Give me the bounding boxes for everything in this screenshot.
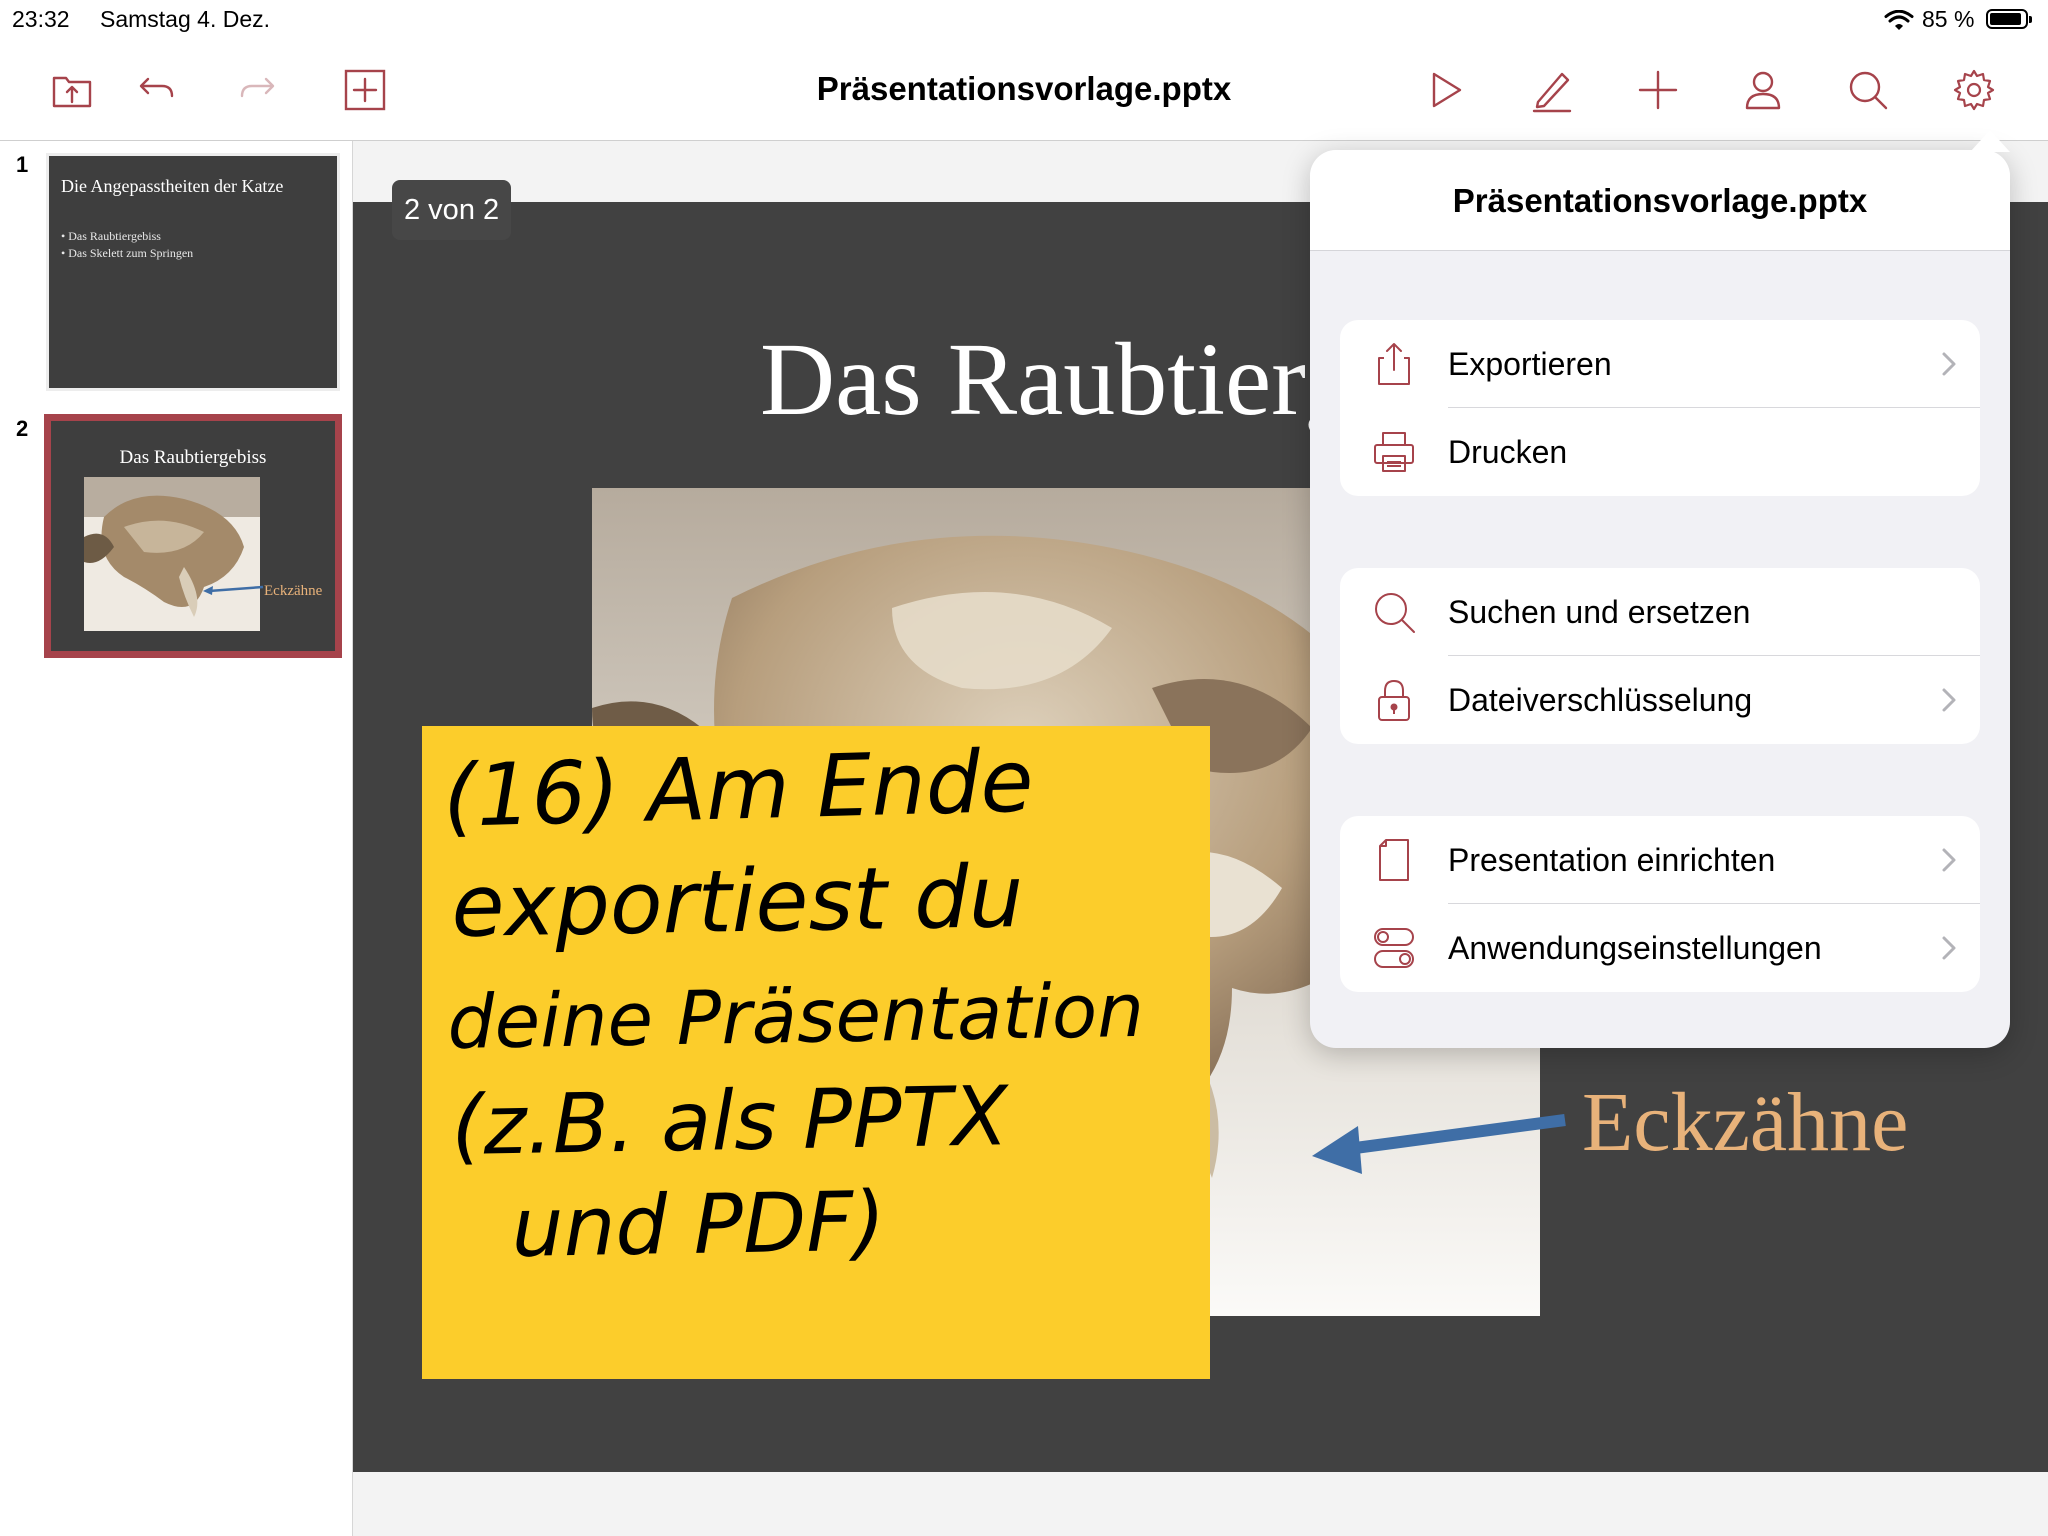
menu-item-presentation-setup[interactable]: Presentation einrichten [1340, 816, 1980, 904]
battery-icon [1986, 9, 2032, 29]
page-indicator: 2 von 2 [392, 180, 512, 240]
battery-percent: 85 % [1922, 6, 1975, 32]
chevron-right-icon [1942, 848, 1956, 872]
note-line: und PDF) [511, 1174, 886, 1276]
menu-group-search: Suchen und ersetzen Dateiverschlüsselung [1340, 568, 1980, 744]
menu-item-label: Presentation einrichten [1448, 842, 1776, 878]
status-time: 23:32 [12, 6, 70, 32]
arrow-icon [1312, 1114, 1566, 1174]
pencil-icon[interactable] [1524, 62, 1580, 118]
chevron-right-icon [1942, 936, 1956, 960]
lock-icon [1378, 680, 1410, 721]
thumbnail-bullet: • Das Raubtiergebiss [61, 229, 161, 243]
menu-group-setup: Presentation einrichten Anwendungseinste… [1340, 816, 1980, 992]
status-date: Samstag 4. Dez. [100, 6, 271, 32]
thumbnail-arrow-icon [203, 585, 264, 595]
chevron-right-icon [1942, 688, 1956, 712]
menu-item-label: Drucken [1448, 434, 1568, 470]
page-icon [1379, 839, 1409, 881]
thumbnail-number: 1 [16, 152, 29, 177]
menu-item-label: Exportieren [1448, 346, 1612, 382]
note-line: (z.B. als PPTX [451, 1069, 1011, 1174]
slide-thumbnail-2-selected[interactable]: Das Raubtiergebiss Eckzähne [44, 414, 342, 658]
play-icon[interactable] [1418, 62, 1474, 118]
export-icon [1378, 343, 1410, 385]
sticky-note[interactable]: (16) Am Ende exportiest du deine Präsent… [422, 726, 1210, 1379]
menu-item-label: Anwendungseinstellungen [1448, 930, 1822, 966]
thumbnail-number: 2 [16, 416, 29, 441]
menu-item-export[interactable]: Exportieren [1340, 320, 1980, 408]
toggles-icon [1374, 928, 1414, 968]
printer-icon [1374, 432, 1414, 472]
note-line: deine Präsentation [447, 968, 1145, 1066]
status-bar: 23:32 Samstag 4. Dez. 85 % [0, 0, 2048, 40]
search-icon[interactable] [1840, 62, 1896, 118]
settings-popover: Präsentationsvorlage.pptx Exportieren Dr… [1310, 130, 2010, 1048]
collaborate-person-icon[interactable] [1735, 62, 1791, 118]
popover-header: Präsentationsvorlage.pptx [1310, 150, 2010, 251]
chevron-right-icon [1942, 352, 1956, 376]
popover-title: Präsentationsvorlage.pptx [1452, 182, 1868, 219]
thumbnail-title: Die Angepasstheiten der Katze [61, 176, 284, 196]
thumbnail-bullet: • Das Skelett zum Springen [61, 246, 194, 260]
thumbnail-skull-image [84, 477, 260, 631]
popover-arrow [1970, 130, 2010, 152]
menu-item-app-settings[interactable]: Anwendungseinstellungen [1340, 904, 1980, 992]
slide-label-eckzaehne[interactable]: Eckzähne [1582, 1074, 1908, 1171]
note-line: (16) Am Ende [442, 732, 1035, 847]
insert-plus-icon[interactable] [1630, 62, 1686, 118]
toolbar: Präsentationsvorlage.pptx [0, 40, 2048, 141]
note-line: exportiest du [451, 847, 1025, 957]
menu-item-encryption[interactable]: Dateiverschlüsselung [1340, 656, 1980, 744]
slide-thumbnail-1[interactable]: Die Angepasstheiten der Katze • Das Raub… [46, 153, 340, 391]
menu-item-label: Dateiverschlüsselung [1448, 682, 1753, 718]
menu-item-print[interactable]: Drucken [1340, 408, 1980, 496]
thumbnail-bullets: • Das Raubtiergebiss • Das Skelett zum S… [61, 228, 193, 262]
thumbnail-label: Eckzähne [264, 583, 323, 599]
gear-icon[interactable] [1946, 62, 2002, 118]
search-icon [1375, 593, 1415, 633]
wifi-icon [1884, 9, 1914, 38]
menu-group-export: Exportieren Drucken [1340, 320, 1980, 496]
menu-item-label: Suchen und ersetzen [1448, 594, 1751, 630]
menu-item-search-replace[interactable]: Suchen und ersetzen [1340, 568, 1980, 656]
thumbnail-title: Das Raubtiergebiss [119, 447, 267, 468]
